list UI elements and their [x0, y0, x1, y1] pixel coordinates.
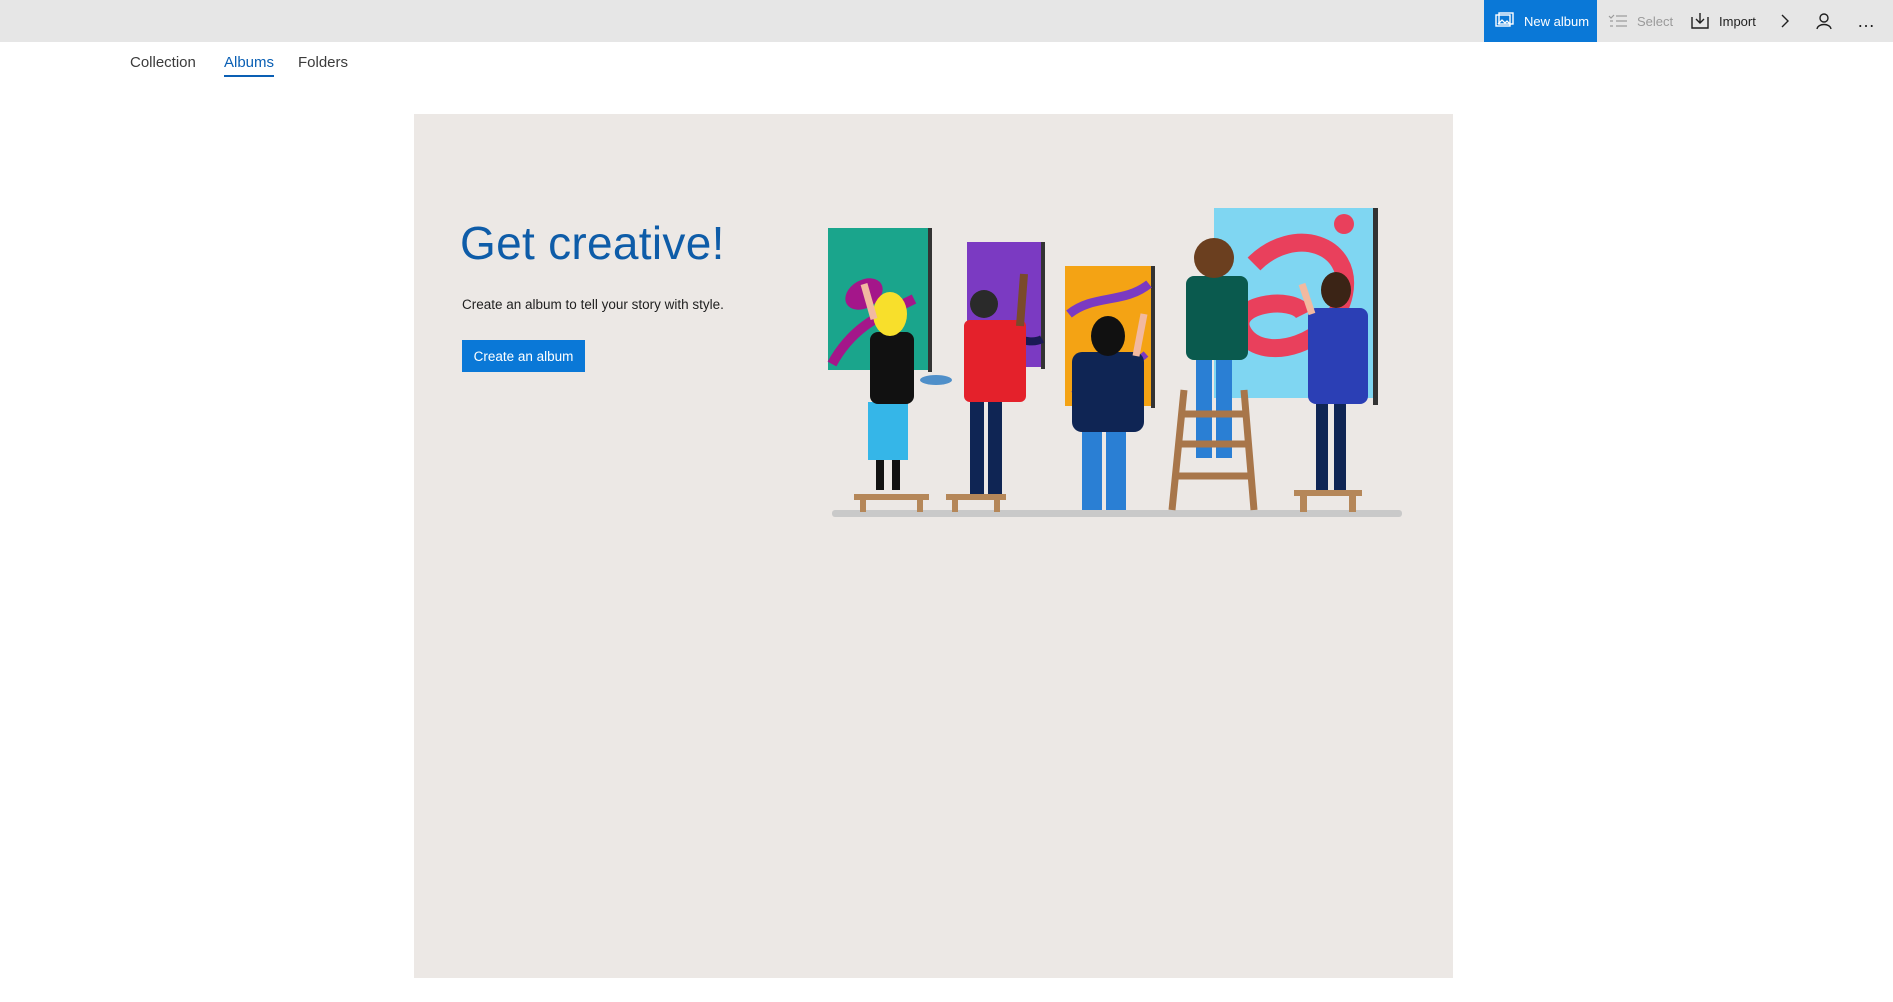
tab-collection[interactable]: Collection: [130, 54, 196, 71]
import-icon: [1690, 12, 1710, 30]
person-icon: [1816, 12, 1834, 30]
empty-state-description: Create an album to tell your story with …: [462, 297, 724, 312]
select-list-icon: [1608, 14, 1628, 28]
new-album-icon: [1495, 12, 1515, 30]
select-label: Select: [1637, 13, 1674, 29]
create-album-button[interactable]: Create an album: [462, 340, 585, 372]
albums-empty-state-panel: Get creative! Create an album to tell yo…: [414, 114, 1453, 978]
ellipsis-icon: …: [1857, 10, 1876, 31]
tab-folders[interactable]: Folders: [298, 54, 348, 71]
tab-collection-label: Collection: [130, 54, 196, 71]
tab-albums[interactable]: Albums: [224, 54, 275, 77]
account-button[interactable]: [1816, 0, 1834, 42]
new-album-label: New album: [1524, 13, 1590, 29]
people-painting-illustration: [824, 204, 1414, 539]
new-album-button[interactable]: New album: [1484, 0, 1597, 42]
see-more-button[interactable]: …: [1857, 0, 1876, 42]
more-options-chevron-button[interactable]: [1780, 0, 1790, 42]
tab-folders-label: Folders: [298, 54, 349, 71]
import-button[interactable]: Import: [1690, 0, 1756, 42]
tab-albums-label: Albums: [224, 54, 275, 71]
active-tab-underline: [224, 75, 275, 77]
chevron-right-icon: [1780, 13, 1790, 29]
select-button[interactable]: Select: [1608, 0, 1673, 42]
page-title: Get creative!: [460, 217, 725, 269]
top-toolbar: New album Select Import …: [0, 0, 1893, 42]
import-label: Import: [1719, 13, 1756, 29]
